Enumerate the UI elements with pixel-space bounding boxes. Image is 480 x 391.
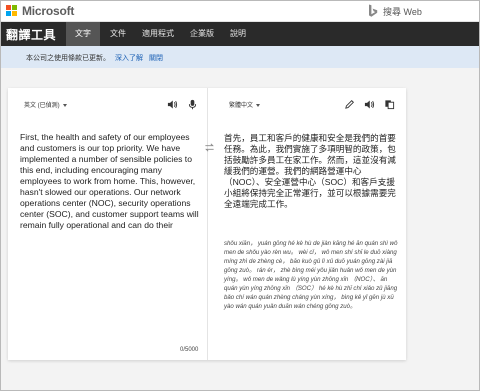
tab-documents[interactable]: 文件 <box>104 22 132 46</box>
character-count: 0/5000 <box>180 347 199 353</box>
panel-divider <box>207 88 208 360</box>
chevron-down-icon <box>256 103 261 107</box>
transliteration-text: shǒu xiān， yuán gōng hé kè hù de jiàn kā… <box>224 240 398 310</box>
target-language-label: 繁體中文 <box>229 103 254 109</box>
source-language-select[interactable]: 英文 (已偵測) <box>24 100 67 109</box>
translator-card: 英文 (已偵測) First, the health and safety of… <box>8 88 406 360</box>
swap-icon[interactable] <box>203 141 215 153</box>
terms-notice-banner: 本公司之使用條款已更新。 深入了解 關閉 <box>0 46 480 68</box>
chevron-down-icon <box>62 103 67 107</box>
source-speaker-icon[interactable] <box>165 97 179 111</box>
tab-apps[interactable]: 適用程式 <box>136 22 180 46</box>
translated-text: 首先，員工和客戶的健康和安全是我們的首要任務。為此，我們實施了多項明智的政策，包… <box>224 133 396 209</box>
microsoft-brand[interactable]: Microsoft <box>22 4 74 18</box>
app-title[interactable]: 翻譯工具 <box>6 26 56 43</box>
top-bar: Microsoft 搜尋 Web <box>0 0 480 22</box>
bing-icon[interactable] <box>368 4 378 18</box>
microsoft-logo-icon[interactable] <box>6 5 17 16</box>
notice-text: 本公司之使用條款已更新。 <box>26 55 110 62</box>
tab-enterprise[interactable]: 企業版 <box>184 22 220 46</box>
main-nav: 翻譯工具 文字 文件 適用程式 企業版 說明 <box>0 22 480 46</box>
tab-help[interactable]: 說明 <box>224 22 252 46</box>
search-web-link[interactable]: 搜尋 Web <box>383 5 422 18</box>
target-language-select[interactable]: 繁體中文 <box>229 100 261 109</box>
source-language-label: 英文 (已偵測) <box>24 103 60 109</box>
pencil-icon[interactable] <box>342 97 356 111</box>
source-text-area[interactable]: First, the health and safety of our empl… <box>20 132 202 231</box>
target-speaker-icon[interactable] <box>362 97 376 111</box>
close-notice-link[interactable]: 關閉 <box>149 53 163 63</box>
copy-icon[interactable] <box>382 97 396 111</box>
microphone-icon[interactable] <box>185 97 199 111</box>
tab-text[interactable]: 文字 <box>66 22 100 46</box>
learn-more-link[interactable]: 深入了解 <box>115 53 143 63</box>
